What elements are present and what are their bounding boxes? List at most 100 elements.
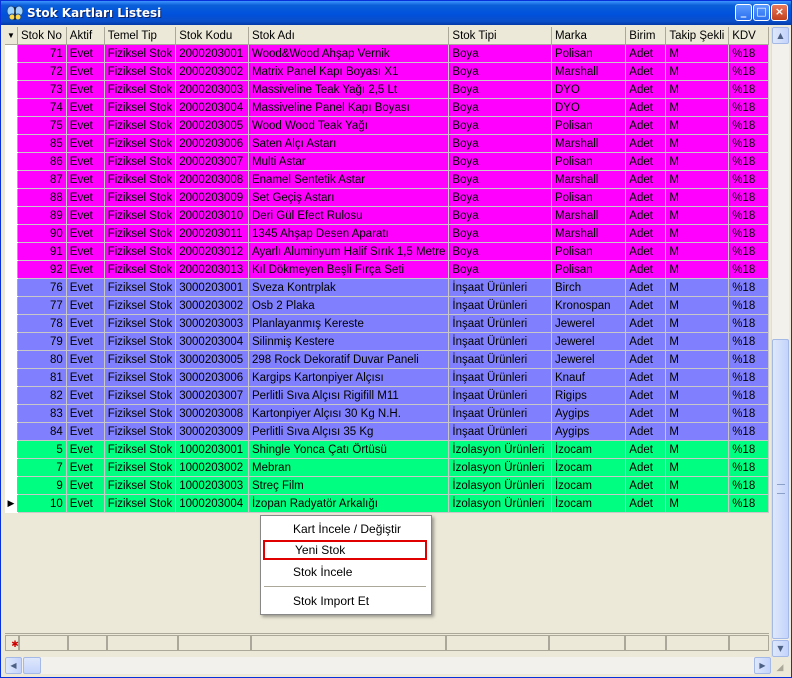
table-row[interactable]: 71 Evet Fiziksel Stok 2000203001 Wood&Wood A… xyxy=(5,44,769,63)
table-row[interactable]: 9 Evet Fiziksel Stok 1000203003 Streç Film İz… xyxy=(5,476,769,495)
table-row[interactable]: 80 Evet Fiziksel Stok 3000203005 298 Rock De… xyxy=(5,350,769,369)
column-header[interactable]: Marka xyxy=(551,27,627,45)
maximize-button[interactable]: □ xyxy=(753,4,770,21)
cell-stok-adi: Osb 2 Plaka xyxy=(248,296,450,315)
row-indicator[interactable] xyxy=(5,44,18,63)
row-indicator[interactable] xyxy=(5,80,18,99)
cell-stok-kodu: 1000203003 xyxy=(175,476,249,495)
table-row[interactable]: 81 Evet Fiziksel Stok 3000203006 Kargips Kar… xyxy=(5,368,769,387)
column-header[interactable]: Aktif xyxy=(66,27,105,45)
row-indicator[interactable] xyxy=(5,332,18,351)
table-row[interactable]: 78 Evet Fiziksel Stok 3000203003 Planlayanmı… xyxy=(5,314,769,333)
cell-stok-tipi: İnşaat Ürünleri xyxy=(448,386,552,405)
vertical-scrollbar[interactable]: ▲ ▼ xyxy=(771,27,789,657)
cell-aktif: Evet xyxy=(66,134,105,153)
row-indicator[interactable] xyxy=(5,476,18,495)
footer-cell xyxy=(178,635,251,651)
row-indicator[interactable] xyxy=(5,188,18,207)
column-header[interactable]: Stok Tipi xyxy=(448,27,552,45)
table-row[interactable]: 83 Evet Fiziksel Stok 3000203008 Kartonpiyer… xyxy=(5,404,769,423)
column-header[interactable]: Birim xyxy=(625,27,667,45)
column-header[interactable]: KDV xyxy=(728,27,769,45)
row-indicator[interactable] xyxy=(5,134,18,153)
row-indicator[interactable] xyxy=(5,170,18,189)
column-header[interactable]: Stok Adı xyxy=(248,27,450,45)
table-row[interactable]: 84 Evet Fiziksel Stok 3000203009 Perlitli Sı… xyxy=(5,422,769,441)
close-button[interactable]: × xyxy=(771,4,788,21)
table-row[interactable]: 73 Evet Fiziksel Stok 2000203003 Massiveline… xyxy=(5,80,769,99)
column-header[interactable]: Takip Şekli xyxy=(665,27,730,45)
current-row-indicator-icon[interactable]: ▶ xyxy=(5,494,18,513)
cell-marka: Jewerel xyxy=(551,332,627,351)
row-indicator[interactable] xyxy=(5,368,18,387)
row-indicator[interactable] xyxy=(5,314,18,333)
resize-grip-icon[interactable]: ◢ xyxy=(773,661,787,675)
table-row[interactable]: 75 Evet Fiziksel Stok 2000203005 Wood Wood T… xyxy=(5,116,769,135)
cell-marka: Aygips xyxy=(551,404,627,423)
table-row[interactable]: 77 Evet Fiziksel Stok 3000203002 Osb 2 Plaka… xyxy=(5,296,769,315)
row-indicator[interactable] xyxy=(5,350,18,369)
table-row[interactable]: 89 Evet Fiziksel Stok 2000203010 Deri Gül Ef… xyxy=(5,206,769,225)
table-row[interactable]: 76 Evet Fiziksel Stok 3000203001 Sveza Kontr… xyxy=(5,278,769,297)
sort-indicator-icon[interactable]: ▼ xyxy=(5,27,18,45)
row-indicator[interactable] xyxy=(5,458,18,477)
column-header[interactable]: Temel Tip xyxy=(104,27,177,45)
scroll-down-button[interactable]: ▼ xyxy=(772,640,789,657)
table-row[interactable]: 82 Evet Fiziksel Stok 3000203007 Perlitli Sı… xyxy=(5,386,769,405)
cell-stok-kodu: 3000203007 xyxy=(175,386,249,405)
cell-stock-no: 77 xyxy=(17,296,67,315)
column-header[interactable]: Stok No xyxy=(17,27,67,45)
menu-item-kart-incele-degistir[interactable]: Kart İncele / Değiştir xyxy=(263,519,427,539)
row-indicator[interactable] xyxy=(5,422,18,441)
table-row[interactable]: 90 Evet Fiziksel Stok 2000203011 1345 Ahşap … xyxy=(5,224,769,243)
footer-cell xyxy=(19,635,68,651)
table-row[interactable]: 86 Evet Fiziksel Stok 2000203007 Multi Astar… xyxy=(5,152,769,171)
scroll-right-button[interactable]: ▶ xyxy=(754,657,771,674)
title-bar[interactable]: Stok Kartları Listesi _ □ × xyxy=(1,1,791,25)
row-indicator[interactable] xyxy=(5,242,18,261)
cell-stok-kodu: 1000203002 xyxy=(175,458,249,477)
menu-item-yeni-stok[interactable]: Yeni Stok xyxy=(263,540,427,560)
row-indicator[interactable] xyxy=(5,224,18,243)
table-row[interactable]: 7 Evet Fiziksel Stok 1000203002 Mebran İzolas… xyxy=(5,458,769,477)
minimize-button[interactable]: _ xyxy=(735,4,752,21)
filter-button[interactable]: ✱ xyxy=(5,635,19,651)
table-row[interactable]: 74 Evet Fiziksel Stok 2000203004 Massiveline… xyxy=(5,98,769,117)
table-row[interactable]: 91 Evet Fiziksel Stok 2000203012 Ayarlı Alum… xyxy=(5,242,769,261)
table-row[interactable]: 85 Evet Fiziksel Stok 2000203006 Saten Alçı … xyxy=(5,134,769,153)
row-indicator[interactable] xyxy=(5,386,18,405)
table-row[interactable]: 79 Evet Fiziksel Stok 3000203004 Silinmiş Ke… xyxy=(5,332,769,351)
cell-marka: Marshall xyxy=(551,170,627,189)
cell-birim: Adet xyxy=(625,386,667,405)
row-indicator[interactable] xyxy=(5,278,18,297)
table-row[interactable]: 88 Evet Fiziksel Stok 2000203009 Set Geçiş A… xyxy=(5,188,769,207)
row-indicator[interactable] xyxy=(5,260,18,279)
row-indicator[interactable] xyxy=(5,98,18,117)
row-indicator[interactable] xyxy=(5,62,18,81)
table-row[interactable]: ▶ 10 Evet Fiziksel Stok 1000203004 İzopan Rad… xyxy=(5,494,769,513)
row-indicator[interactable] xyxy=(5,404,18,423)
table-row[interactable]: 92 Evet Fiziksel Stok 2000203013 Kıl Dökmeye… xyxy=(5,260,769,279)
menu-item-stok-incele[interactable]: Stok İncele xyxy=(263,562,427,582)
cell-aktif: Evet xyxy=(66,278,105,297)
row-indicator[interactable] xyxy=(5,116,18,135)
table-row[interactable]: 87 Evet Fiziksel Stok 2000203008 Enamel Sent… xyxy=(5,170,769,189)
stock-grid[interactable]: ▼ Stok No Aktif Temel Tip Stok Kodu Stok Adı… xyxy=(5,27,769,513)
menu-item-stok-import-et[interactable]: Stok Import Et xyxy=(263,591,427,611)
horizontal-scrollbar[interactable]: ◀ ▶ xyxy=(5,657,771,674)
row-indicator[interactable] xyxy=(5,152,18,171)
footer-cell xyxy=(666,635,729,651)
scroll-left-button[interactable]: ◀ xyxy=(5,657,22,674)
scroll-up-button[interactable]: ▲ xyxy=(772,27,789,44)
vertical-scroll-thumb[interactable] xyxy=(772,339,789,639)
cell-takip-sekli: M xyxy=(665,170,730,189)
row-indicator[interactable] xyxy=(5,296,18,315)
column-header[interactable]: Stok Kodu xyxy=(175,27,249,45)
cell-stock-no: 76 xyxy=(17,278,67,297)
table-row[interactable]: 72 Evet Fiziksel Stok 2000203002 Matrix Pane… xyxy=(5,62,769,81)
row-indicator[interactable] xyxy=(5,206,18,225)
cell-temel-tip: Fiziksel Stok xyxy=(104,152,177,171)
table-row[interactable]: 5 Evet Fiziksel Stok 1000203001 Shingle Yonc… xyxy=(5,440,769,459)
horizontal-scroll-thumb[interactable] xyxy=(23,657,41,674)
row-indicator[interactable] xyxy=(5,440,18,459)
